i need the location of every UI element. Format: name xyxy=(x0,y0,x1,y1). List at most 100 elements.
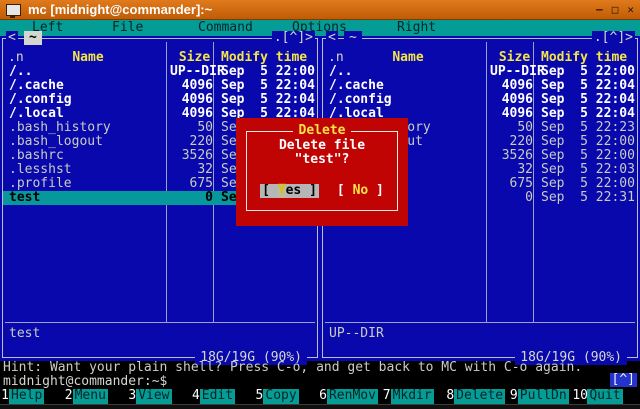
right-panel-path[interactable]: ~ xyxy=(344,31,362,45)
titlebar[interactable]: mc [midnight@commander]:~ – □ ✕ xyxy=(0,0,640,20)
fkey-label: Edit xyxy=(200,389,235,404)
column-header-size[interactable]: Size xyxy=(493,51,536,65)
fkey-number: 3 xyxy=(127,389,136,404)
right-panel-mini-status: UP--DIR xyxy=(329,327,384,341)
left-panel-column-headers: .n Name Size Modify time xyxy=(3,51,317,65)
fkey-label: Mkdir xyxy=(391,389,434,404)
file-size: 32 xyxy=(170,163,216,177)
window-bottom-edge xyxy=(0,404,640,409)
menu-file[interactable]: File xyxy=(112,21,143,35)
fkey-menu[interactable]: 2Menu xyxy=(64,389,128,404)
file-size: 675 xyxy=(490,177,536,191)
file-time: Sep 5 22:04 xyxy=(536,93,637,107)
left-panel-top-controls[interactable]: .[^]> xyxy=(272,31,315,45)
fkey-quit[interactable]: 10Quit xyxy=(572,389,636,404)
hint-line: Hint: Want your plain shell? Press C-o, … xyxy=(3,361,640,374)
fkey-number: 9 xyxy=(509,389,518,404)
file-size: 4096 xyxy=(170,107,216,121)
file-size: 0 xyxy=(490,191,536,205)
file-name: test xyxy=(3,191,170,205)
file-name: /.cache xyxy=(3,79,170,93)
right-panel-column-headers: .n Name Size Modify time xyxy=(323,51,637,65)
dialog-message-line1: Delete file xyxy=(236,139,408,153)
file-name: /.config xyxy=(323,93,490,107)
panel-toggle-indicator[interactable]: [^] xyxy=(610,373,637,387)
fkey-number: 1 xyxy=(0,389,9,404)
button-text: ] xyxy=(368,183,384,198)
file-size: 4096 xyxy=(170,93,216,107)
fkey-label: PullDn xyxy=(518,389,569,404)
yes-button[interactable]: [ Yes ] xyxy=(260,184,319,198)
left-panel-back-arrow[interactable]: < xyxy=(6,31,18,45)
file-time: Sep 5 22:04 xyxy=(536,79,637,93)
fkey-label: Menu xyxy=(73,389,108,404)
file-size: 32 xyxy=(490,163,536,177)
fkey-view[interactable]: 3View xyxy=(127,389,191,404)
file-name: .lesshst xyxy=(3,163,170,177)
menu-bar: Left File Command Options Right xyxy=(0,20,640,36)
file-size: 220 xyxy=(490,135,536,149)
file-name: .bashrc xyxy=(3,149,170,163)
left-panel-path[interactable]: ~ xyxy=(24,31,42,45)
function-key-bar: 1Help 2Menu 3View 4Edit 5Copy 6RenMov 7M… xyxy=(0,389,640,404)
dialog-title: Delete xyxy=(293,123,352,138)
right-panel-back-arrow[interactable]: < xyxy=(326,31,338,45)
fkey-help[interactable]: 1Help xyxy=(0,389,64,404)
file-time: Sep 5 22:00 xyxy=(536,135,637,149)
button-hotkey: Y xyxy=(278,183,286,198)
fkey-label: Help xyxy=(9,389,44,404)
file-size: 50 xyxy=(170,121,216,135)
file-name: /.. xyxy=(323,65,490,79)
fkey-mkdir[interactable]: 7Mkdir xyxy=(382,389,446,404)
fkey-delete[interactable]: 8Delete xyxy=(445,389,509,404)
file-name: /.. xyxy=(3,65,170,79)
shell-prompt[interactable]: midnight@commander:~$ xyxy=(3,375,167,389)
fkey-number: 6 xyxy=(318,389,327,404)
file-time: Sep 5 22:00 xyxy=(536,177,637,191)
column-header-name[interactable]: Name xyxy=(323,51,493,65)
button-hotkey: No xyxy=(353,183,369,198)
minimize-icon[interactable]: – xyxy=(596,4,603,15)
fkey-copy[interactable]: 5Copy xyxy=(254,389,318,404)
column-header-name[interactable]: Name xyxy=(3,51,173,65)
file-name: .profile xyxy=(3,177,170,191)
column-header-modify-time[interactable]: Modify time xyxy=(216,51,317,65)
fkey-pulldn[interactable]: 9PullDn xyxy=(509,389,573,404)
table-row[interactable]: /.config4096Sep 5 22:04 xyxy=(3,93,317,107)
menu-right[interactable]: Right xyxy=(397,21,436,35)
table-row[interactable]: /.cache4096Sep 5 22:04 xyxy=(3,79,317,93)
column-header-modify-time[interactable]: Modify time xyxy=(536,51,637,65)
fkey-number: 8 xyxy=(445,389,454,404)
table-row[interactable]: /.cache4096Sep 5 22:04 xyxy=(323,79,637,93)
file-size: 3526 xyxy=(490,149,536,163)
terminal-app-icon xyxy=(6,4,21,16)
file-name: /.cache xyxy=(323,79,490,93)
table-row[interactable]: /.config4096Sep 5 22:04 xyxy=(323,93,637,107)
file-time: Sep 5 22:04 xyxy=(216,79,317,93)
terminal-window: mc [midnight@commander]:~ – □ ✕ Left Fil… xyxy=(0,0,640,409)
file-time: Sep 5 22:23 xyxy=(536,121,637,135)
fkey-number: 7 xyxy=(382,389,391,404)
right-panel-top-controls[interactable]: .[^]> xyxy=(592,31,635,45)
sort-indicator: .n xyxy=(8,51,24,65)
menu-command[interactable]: Command xyxy=(198,21,253,35)
file-time: Sep 5 22:00 xyxy=(536,149,637,163)
file-name: .bash_history xyxy=(3,121,170,135)
file-name: /.local xyxy=(3,107,170,121)
fkey-label: Copy xyxy=(263,389,298,404)
column-header-size[interactable]: Size xyxy=(173,51,216,65)
fkey-renmov[interactable]: 6RenMov xyxy=(318,389,382,404)
fkey-edit[interactable]: 4Edit xyxy=(191,389,255,404)
file-size: 4096 xyxy=(490,107,536,121)
sort-indicator: .n xyxy=(328,51,344,65)
maximize-icon[interactable]: □ xyxy=(612,4,619,15)
button-text: [ xyxy=(337,183,353,198)
table-row[interactable]: /..UP--DIRSep 5 22:00 xyxy=(3,65,317,79)
close-icon[interactable]: ✕ xyxy=(627,4,634,15)
window-title: mc [midnight@commander]:~ xyxy=(28,3,587,17)
file-time: Sep 5 22:03 xyxy=(536,163,637,177)
no-button[interactable]: [ No ] xyxy=(337,184,384,198)
fkey-number: 10 xyxy=(572,389,587,404)
file-size: UP--DIR xyxy=(490,65,536,79)
table-row[interactable]: /..UP--DIRSep 5 22:00 xyxy=(323,65,637,79)
